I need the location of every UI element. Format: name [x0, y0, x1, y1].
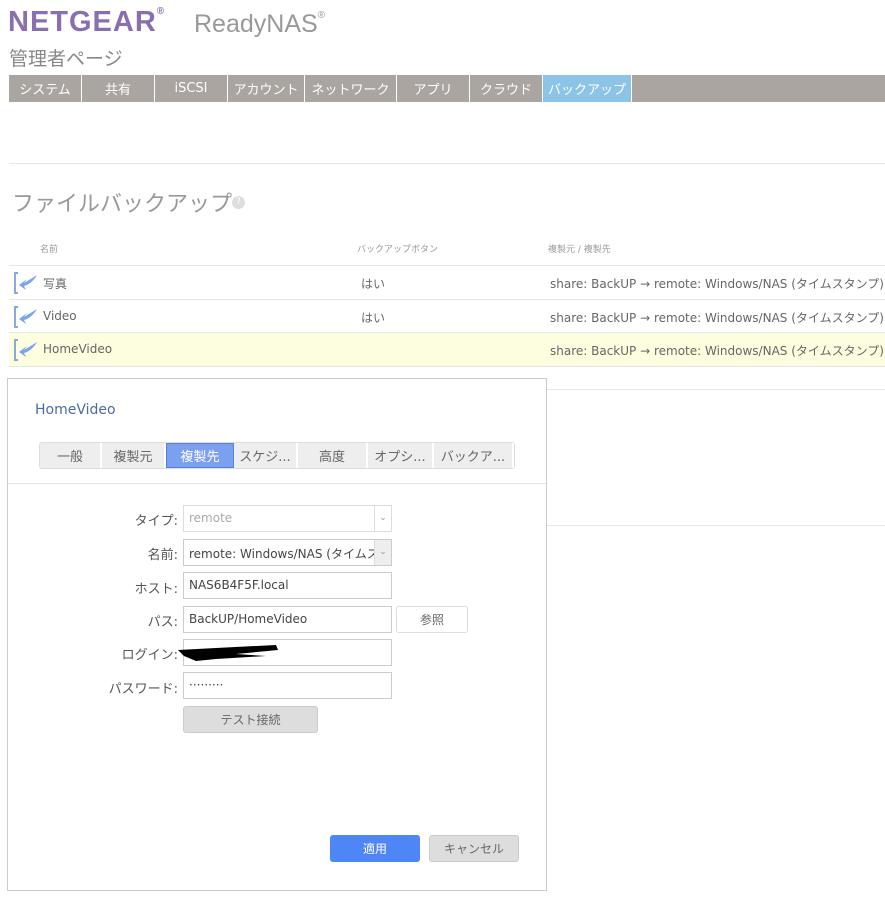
- main-nav: システム 共有 iSCSI アカウント ネットワーク アプリ クラウド バックア…: [9, 75, 885, 102]
- backup-job-icon: [14, 339, 37, 361]
- type-value: remote: [189, 511, 233, 525]
- path-label: パス:: [147, 615, 178, 630]
- nav-iscsi[interactable]: iSCSI: [155, 75, 228, 102]
- brand: NETGEAR: [8, 6, 157, 38]
- nav-apps[interactable]: アプリ: [397, 75, 470, 102]
- product-label: ReadyNAS: [194, 10, 318, 38]
- row-route: share: BackUP → remote: Windows/NAS (タイム…: [550, 344, 884, 358]
- row-button: はい: [361, 277, 386, 291]
- col-backup-button[interactable]: バックアップボタン: [357, 242, 438, 255]
- product-name: ReadyNAS®: [194, 10, 326, 38]
- table-row[interactable]: 写真 はい share: BackUP → remote: Windows/NA…: [9, 265, 885, 298]
- type-select[interactable]: remote ⌄: [183, 505, 392, 532]
- backup-job-icon: [14, 272, 37, 294]
- divider: [547, 389, 885, 390]
- admin-subtitle: 管理者ページ: [9, 48, 123, 70]
- name-value: remote: Windows/NAS (タイムス: [189, 547, 379, 561]
- nav-cloud[interactable]: クラウド: [470, 75, 543, 102]
- chevron-down-icon: ⌄: [374, 540, 391, 565]
- divider: [9, 163, 885, 164]
- row-button: はい: [361, 311, 386, 325]
- col-route[interactable]: 複製元 / 複製先: [548, 242, 611, 255]
- row-name: HomeVideo: [43, 342, 113, 356]
- page-title: ファイルバックアップ: [12, 192, 233, 217]
- apply-button[interactable]: 適用: [330, 835, 420, 862]
- password-label: パスワード:: [108, 682, 178, 697]
- login-label: ログイン:: [121, 648, 178, 663]
- tab-destination[interactable]: 複製先: [166, 443, 234, 468]
- redaction-mark: [178, 645, 278, 661]
- host-input[interactable]: NAS6B4F5F.local: [183, 572, 392, 599]
- backup-job-icon: [14, 306, 37, 328]
- password-input[interactable]: ·········: [183, 672, 392, 699]
- host-label: ホスト:: [134, 582, 178, 597]
- table-row-selected[interactable]: HomeVideo share: BackUP → remote: Window…: [9, 332, 885, 367]
- netgear-logo: NETGEAR®: [8, 6, 166, 38]
- nav-backup[interactable]: バックアップ: [543, 75, 632, 102]
- path-input[interactable]: BackUP/HomeVideo: [183, 606, 392, 633]
- nav-network[interactable]: ネットワーク: [305, 75, 397, 102]
- nav-shares[interactable]: 共有: [82, 75, 155, 102]
- cancel-button[interactable]: キャンセル: [429, 835, 519, 862]
- nav-system[interactable]: システム: [9, 75, 82, 102]
- test-connection-button[interactable]: テスト接続: [183, 706, 318, 733]
- tab-backup-button[interactable]: バックア...: [434, 443, 514, 468]
- row-route: share: BackUP → remote: Windows/NAS (タイム…: [550, 311, 884, 325]
- name-select[interactable]: remote: Windows/NAS (タイムス ⌄: [183, 539, 392, 566]
- table-row[interactable]: Video はい share: BackUP → remote: Windows…: [9, 299, 885, 332]
- row-route: share: BackUP → remote: Windows/NAS (タイム…: [550, 277, 884, 291]
- tab-schedule[interactable]: スケジ...: [234, 443, 298, 468]
- browse-button[interactable]: 参照: [396, 606, 468, 633]
- name-label: 名前:: [147, 548, 178, 563]
- help-icon[interactable]: ?: [232, 196, 245, 209]
- row-name: Video: [43, 309, 77, 323]
- divider: [8, 483, 546, 484]
- row-name: 写真: [43, 277, 68, 291]
- dialog-title: HomeVideo: [35, 402, 116, 418]
- dialog-tabs: 一般 複製元 複製先 スケジ... 高度 オプシ... バックア...: [39, 442, 515, 469]
- tab-options[interactable]: オプシ...: [368, 443, 434, 468]
- tab-advanced[interactable]: 高度: [298, 443, 368, 468]
- type-label: タイプ:: [134, 514, 178, 529]
- chevron-down-icon: ⌄: [374, 506, 391, 531]
- tab-general[interactable]: 一般: [40, 443, 102, 468]
- nav-accounts[interactable]: アカウント: [228, 75, 305, 102]
- divider: [547, 525, 885, 526]
- col-name[interactable]: 名前: [40, 242, 58, 255]
- tab-source[interactable]: 複製元: [102, 443, 166, 468]
- backup-job-dialog: HomeVideo 一般 複製元 複製先 スケジ... 高度 オプシ... バッ…: [7, 378, 547, 891]
